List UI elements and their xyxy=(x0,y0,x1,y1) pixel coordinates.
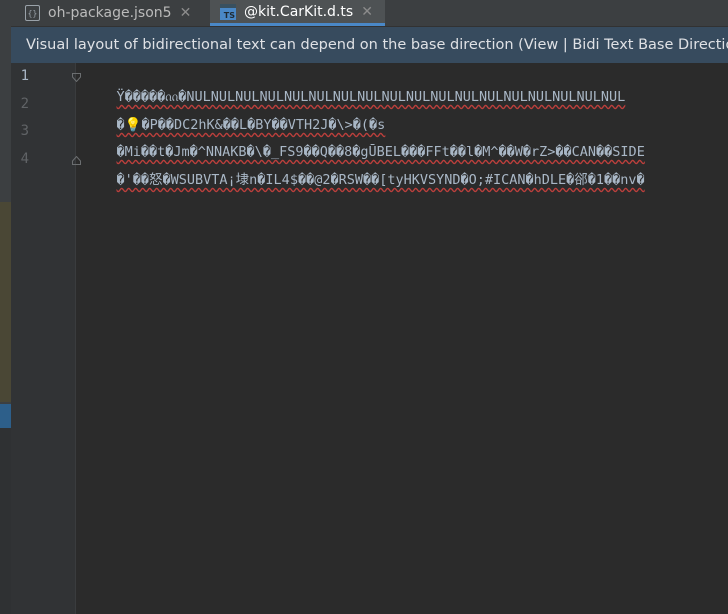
tool-strip-selected-segment[interactable] xyxy=(0,404,11,428)
tab-label: oh-package.json5 xyxy=(48,5,172,21)
tab-label: @kit.CarKit.d.ts xyxy=(244,3,354,20)
close-icon[interactable]: ✕ xyxy=(180,5,192,21)
fold-marker-icon[interactable] xyxy=(72,73,81,82)
left-tool-strip xyxy=(0,0,11,614)
line-number: 3 xyxy=(20,123,29,139)
code-line: Ÿ�����ᦶ�NULNULNULNULNULNULNULNULNULNULNU… xyxy=(84,67,626,105)
code-line: �💡�P��DC2hK&��L�BY��VTH2J�\>�(�s xyxy=(84,95,386,133)
line-number: 4 xyxy=(20,151,29,167)
tab-oh-package-json5[interactable]: {} oh-package.json5 ✕ xyxy=(25,0,207,26)
code-text: �'��怒�WSUBVTA¡埭n�IL4$��@2�RSW��[tyHKVSYN… xyxy=(116,172,645,188)
typescript-file-icon: TS xyxy=(220,3,236,20)
editor-tab-bar: {} oh-package.json5 ✕ TS @kit.CarKit.d.t… xyxy=(11,0,728,27)
tool-strip-segment xyxy=(0,62,11,202)
tab-carkit-d-ts[interactable]: TS @kit.CarKit.d.ts ✕ xyxy=(210,0,385,26)
close-icon[interactable]: ✕ xyxy=(361,4,373,20)
code-line: �Mi��t�Jm�^NNAKB�\�_FS9��Q��8�gŪBEL���FF… xyxy=(84,122,645,160)
editor-gutter: 1 2 3 4 xyxy=(11,63,81,614)
line-number: 1 xyxy=(20,68,29,84)
bidi-notification-banner[interactable]: Visual layout of bidirectional text can … xyxy=(11,27,728,63)
gutter-divider xyxy=(75,63,76,614)
code-line: �'��怒�WSUBVTA¡埭n�IL4$��@2�RSW��[tyHKVSYN… xyxy=(84,150,645,188)
line-number: 2 xyxy=(20,96,29,112)
json-file-icon: {} xyxy=(25,5,40,21)
code-editor[interactable]: Ÿ�����ᦶ�NULNULNULNULNULNULNULNULNULNULNU… xyxy=(84,63,728,614)
fold-marker-icon[interactable] xyxy=(72,156,81,165)
banner-text: Visual layout of bidirectional text can … xyxy=(26,37,728,53)
tool-strip-segment xyxy=(0,428,11,614)
tool-strip-segment-highlight[interactable] xyxy=(0,202,11,402)
